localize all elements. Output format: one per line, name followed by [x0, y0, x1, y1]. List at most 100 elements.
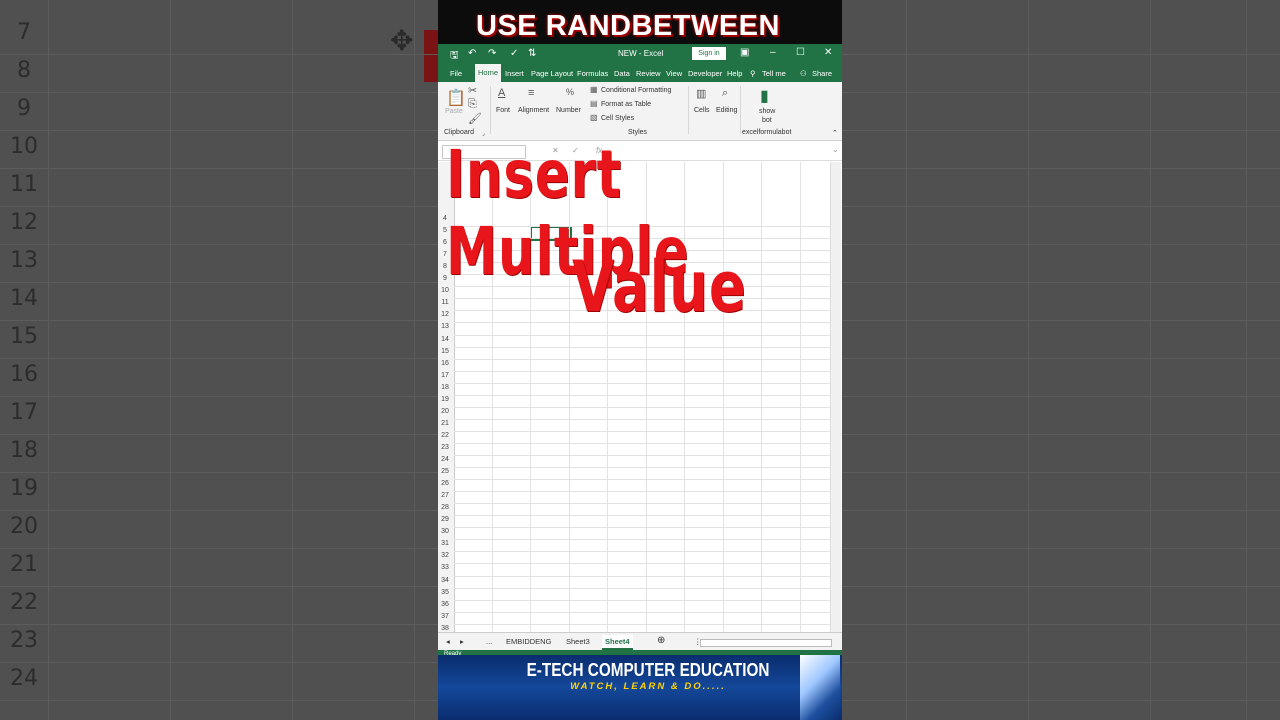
vertical-scrollbar[interactable] [830, 162, 841, 632]
cell-styles-icon[interactable]: ▧ [590, 113, 598, 122]
cells-icon[interactable]: ▥ [696, 87, 706, 100]
row-number[interactable]: 15 [438, 348, 452, 355]
row-number[interactable]: 13 [438, 323, 452, 330]
background-grid-line [48, 0, 49, 720]
number-label[interactable]: Number [556, 107, 581, 114]
font-icon[interactable]: A [498, 87, 505, 99]
share-button[interactable]: Share [812, 69, 832, 78]
background-grid-line [0, 434, 438, 435]
row-number[interactable]: 16 [438, 360, 452, 367]
tab-help[interactable]: Help [727, 69, 742, 78]
cells-label[interactable]: Cells [694, 107, 710, 114]
conditional-formatting-icon[interactable]: ▦ [590, 85, 598, 94]
background-row-number: 19 [10, 476, 38, 501]
minimize-button[interactable]: – [770, 47, 776, 58]
copy-icon[interactable]: ⎘ [468, 98, 477, 111]
conditional-formatting-button[interactable]: Conditional Formatting [601, 87, 671, 94]
background-row-number: 16 [10, 362, 38, 387]
percent-icon[interactable]: % [566, 87, 574, 97]
tab-insert[interactable]: Insert [505, 69, 524, 78]
row-number[interactable]: 31 [438, 540, 452, 547]
row-number[interactable]: 36 [438, 601, 452, 608]
tab-view[interactable]: View [666, 69, 682, 78]
collapse-ribbon-icon[interactable]: ⌃ [832, 129, 838, 137]
search-icon[interactable]: ⌕ [722, 87, 728, 100]
sheet-tab[interactable]: EMBIDDENG [506, 637, 551, 646]
grid-line [761, 162, 762, 632]
tab-review[interactable]: Review [636, 69, 661, 78]
row-number[interactable]: 12 [438, 311, 452, 318]
background-row-number: 24 [10, 666, 38, 691]
sign-in-button[interactable]: Sign in [692, 47, 726, 60]
grid-line [454, 551, 830, 553]
sheet-tab[interactable]: Sheet3 [566, 637, 590, 646]
row-number[interactable]: 33 [438, 564, 452, 571]
tab-data[interactable]: Data [614, 69, 630, 78]
row-number[interactable]: 32 [438, 552, 452, 559]
row-number[interactable]: 21 [438, 420, 452, 427]
show-bot-label-2[interactable]: bot [762, 117, 772, 124]
redo-icon[interactable]: ↷ [488, 48, 496, 59]
scroll-left-icon[interactable]: ◂ [446, 637, 450, 646]
more-sheets-button[interactable]: ... [486, 637, 492, 646]
add-sheet-icon[interactable]: ⊕ [657, 635, 665, 646]
paste-label: Paste [445, 108, 463, 115]
row-number[interactable]: 34 [438, 577, 452, 584]
bot-icon[interactable]: ▮ [760, 86, 769, 106]
tab-file[interactable]: File [450, 69, 462, 78]
format-table-icon[interactable]: ▤ [590, 99, 598, 108]
background-grid-line [0, 624, 438, 625]
tell-me-search[interactable]: Tell me [762, 69, 786, 78]
grid-line [454, 442, 830, 444]
expand-formula-icon[interactable]: ⌄ [832, 145, 839, 154]
row-number[interactable]: 25 [438, 468, 452, 475]
sort-icon[interactable]: ⇅ [528, 48, 536, 59]
format-as-table-button[interactable]: Format as Table [601, 101, 651, 108]
close-button[interactable]: ✕ [824, 47, 832, 58]
row-number[interactable]: 14 [438, 336, 452, 343]
tab-home[interactable]: Home [475, 64, 502, 82]
cut-icon[interactable]: ✂ [468, 84, 477, 97]
background-grid-line [414, 0, 415, 720]
horizontal-scrollbar[interactable] [700, 639, 832, 647]
editing-label[interactable]: Editing [716, 107, 737, 114]
row-number[interactable]: 23 [438, 444, 452, 451]
tab-developer[interactable]: Developer [688, 69, 722, 78]
row-number[interactable]: 28 [438, 504, 452, 511]
undo-icon[interactable]: ↶ [468, 48, 476, 59]
maximize-button[interactable]: ☐ [796, 47, 805, 58]
save-icon[interactable]: 🖫 [450, 48, 459, 65]
grid-line [454, 515, 830, 517]
divider [688, 86, 689, 134]
move-cursor-icon: ✥ [390, 25, 414, 56]
row-number[interactable]: 22 [438, 432, 452, 439]
row-number[interactable]: 18 [438, 384, 452, 391]
row-number[interactable]: 20 [438, 408, 452, 415]
alignment-icon[interactable]: ≡ [528, 87, 534, 99]
background-grid-line [0, 244, 438, 245]
row-number[interactable]: 26 [438, 480, 452, 487]
row-number[interactable]: 17 [438, 372, 452, 379]
tab-page-layout[interactable]: Page Layout [531, 69, 573, 78]
cell-styles-button[interactable]: Cell Styles [601, 115, 634, 122]
row-number[interactable]: 24 [438, 456, 452, 463]
format-painter-icon[interactable]: 🖌 [468, 112, 482, 125]
row-number[interactable]: 35 [438, 589, 452, 596]
row-number[interactable]: 37 [438, 613, 452, 620]
scroll-right-icon[interactable]: ▸ [460, 637, 464, 646]
sheet-tab-active[interactable]: Sheet4 [602, 635, 633, 650]
ribbon-display-icon[interactable]: ▣ [740, 47, 749, 58]
tab-formulas[interactable]: Formulas [577, 69, 608, 78]
row-number[interactable]: 27 [438, 492, 452, 499]
check-icon[interactable]: ✓ [510, 48, 518, 59]
row-number[interactable]: 29 [438, 516, 452, 523]
paste-icon[interactable]: 📋 [446, 88, 466, 108]
row-number[interactable]: 11 [438, 299, 452, 306]
alignment-label[interactable]: Alignment [518, 107, 549, 114]
grid-line [454, 334, 830, 336]
row-number[interactable]: 19 [438, 396, 452, 403]
font-label[interactable]: Font [496, 107, 510, 114]
show-bot-label-1[interactable]: show [759, 108, 775, 115]
row-number[interactable]: 30 [438, 528, 452, 535]
row-number[interactable]: 38 [438, 625, 452, 632]
